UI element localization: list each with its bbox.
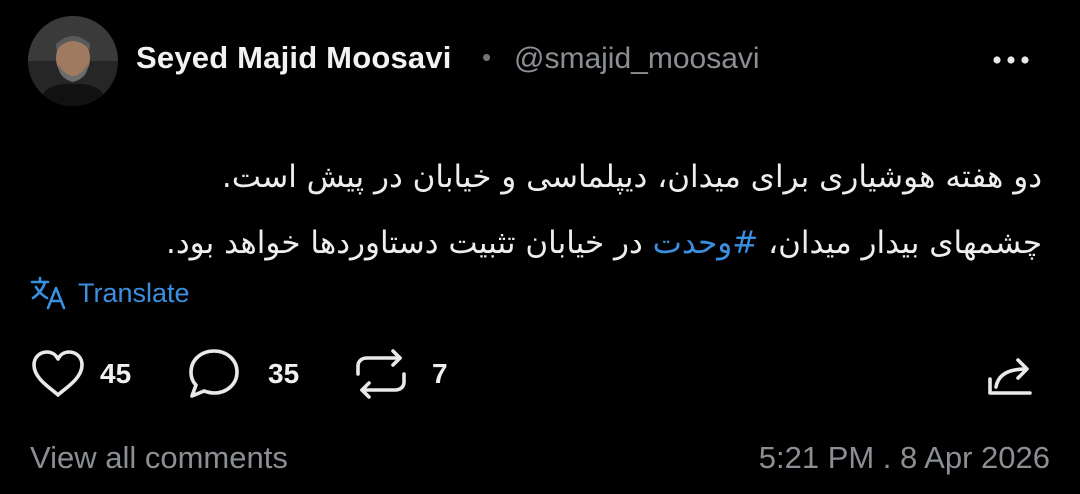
post-line-2: چشمهای بیدار میدان، #وحدت در خیابان تثبی… — [30, 210, 1042, 276]
translate-button[interactable]: Translate — [30, 274, 190, 312]
author-handle[interactable]: @smajid_moosavi — [514, 42, 760, 76]
post-line-2-part-1: چشمهای بیدار میدان، — [758, 225, 1042, 261]
translate-icon — [30, 276, 66, 310]
view-all-comments-link[interactable]: View all comments — [30, 440, 288, 476]
post-text: دو هفته هوشیاری برای میدان، دیپلماسی و خ… — [30, 144, 1042, 276]
translate-label: Translate — [78, 277, 190, 308]
comment-button[interactable]: 35 — [186, 346, 299, 402]
comment-icon — [189, 349, 239, 398]
share-button[interactable] — [986, 346, 1034, 402]
comment-count: 35 — [268, 358, 300, 389]
post-line-1: دو هفته هوشیاری برای میدان، دیپلماسی و خ… — [221, 159, 1042, 195]
repost-button[interactable]: 7 — [352, 346, 448, 402]
like-button[interactable]: 45 — [30, 346, 131, 402]
post-timestamp: 5:21 PM . 8 Apr 2026 — [758, 440, 1050, 475]
repost-icon — [356, 349, 406, 399]
more-icon[interactable] — [986, 42, 1036, 78]
repost-count: 7 — [432, 358, 448, 389]
like-count: 45 — [100, 358, 132, 389]
author-name[interactable]: Seyed Majid Moosavi — [136, 40, 452, 76]
hashtag-link[interactable]: #وحدت — [653, 225, 759, 261]
avatar[interactable] — [28, 16, 118, 106]
separator-dot: • — [482, 42, 492, 72]
share-icon — [988, 358, 1032, 395]
post-line-2-part-2: در خیابان تثبیت دستاوردها خواهد بود. — [165, 225, 653, 261]
heart-icon — [32, 350, 84, 397]
